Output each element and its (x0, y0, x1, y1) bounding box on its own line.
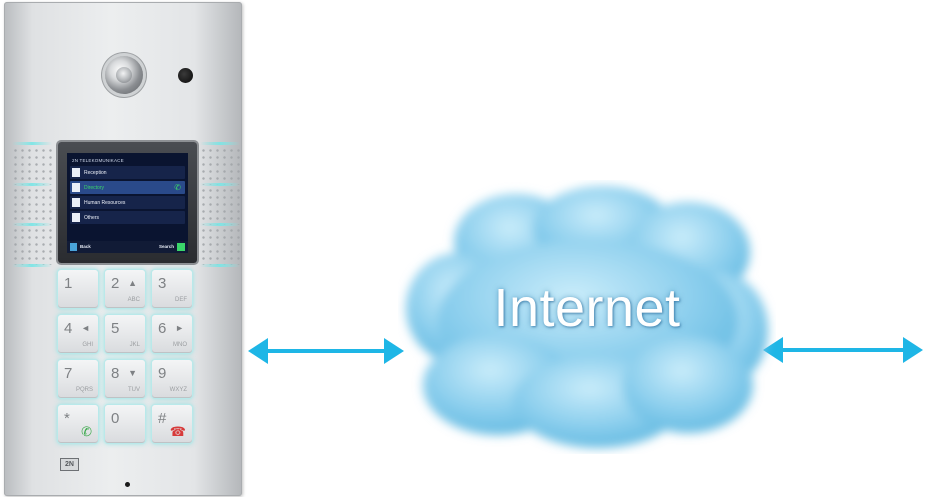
brand-logo: 2N (60, 458, 79, 471)
back-softkey[interactable]: Back (70, 243, 91, 251)
key-number: 9 (158, 365, 167, 382)
key-letters: JKL (129, 342, 140, 348)
key-letters: GHI (82, 342, 93, 348)
indicator-light (12, 142, 52, 145)
key-9[interactable]: 9 WXYZ (152, 360, 192, 398)
indicator-light (200, 142, 240, 145)
contact-icon (72, 198, 80, 207)
intercom-panel: 2N TELEKOMUNIKACE Reception Directory ✆ … (4, 2, 242, 496)
microphone-icon (178, 68, 193, 83)
key-number: # (158, 410, 167, 427)
bidirectional-arrow-left (248, 338, 404, 364)
intercom-display: 2N TELEKOMUNIKACE Reception Directory ✆ … (67, 153, 188, 253)
key-2[interactable]: 2 ▲ ABC (105, 270, 145, 308)
key-3[interactable]: 3 DEF (152, 270, 192, 308)
key-0[interactable]: 0 (105, 405, 145, 443)
key-number: 5 (111, 320, 120, 337)
bidirectional-arrow-right (763, 337, 923, 363)
display-title: 2N TELEKOMUNIKACE (72, 158, 124, 163)
indicator-light (12, 264, 52, 267)
back-softkey-label: Back (80, 244, 91, 250)
internet-cloud: Internet (398, 180, 776, 454)
search-softkey-label: Search (158, 244, 174, 250)
key-5[interactable]: 5 JKL (105, 315, 145, 353)
display-item-human-resources[interactable]: Human Resources (70, 196, 185, 209)
hang-up-icon: ☎ (169, 424, 186, 439)
display-item-others[interactable]: Others (70, 211, 185, 224)
key-star[interactable]: * ✆ (58, 405, 98, 443)
indicator-light (200, 183, 240, 186)
call-handset-icon: ✆ (174, 183, 181, 192)
contact-icon (72, 213, 80, 222)
arrow-down-icon: ▼ (128, 368, 137, 378)
display-item-reception[interactable]: Reception (70, 166, 185, 179)
display-item-directory[interactable]: Directory ✆ (70, 181, 185, 194)
key-number: * (64, 410, 70, 427)
camera-icon (105, 56, 143, 94)
key-letters: WXYZ (169, 387, 187, 393)
key-1[interactable]: 1 (58, 270, 98, 308)
key-number: 6 (158, 320, 167, 337)
search-icon (177, 243, 185, 251)
microphone-hole (125, 482, 130, 487)
call-icon: ✆ (81, 424, 92, 439)
arrow-right-icon: ► (175, 323, 184, 333)
indicator-light (12, 183, 52, 186)
contact-icon (72, 168, 80, 177)
display-softkeys: Back Search (67, 241, 188, 253)
display-item-label: Others (84, 214, 100, 221)
indicator-light (12, 223, 52, 226)
speaker-grille (12, 187, 52, 225)
key-number: 8 (111, 365, 120, 382)
key-letters: MNO (173, 342, 187, 348)
back-icon (70, 243, 77, 251)
speaker-grille (200, 147, 240, 185)
key-number: 7 (64, 365, 73, 382)
key-letters: PQRS (75, 387, 93, 393)
key-6[interactable]: 6 ► MNO (152, 315, 192, 353)
key-letters: DEF (175, 297, 187, 303)
key-number: 0 (111, 410, 120, 427)
display-item-label: Directory (84, 184, 105, 191)
key-8[interactable]: 8 ▼ TUV (105, 360, 145, 398)
key-4[interactable]: 4 ◄ GHI (58, 315, 98, 353)
key-number: 3 (158, 275, 167, 292)
key-letters: ABC (127, 297, 140, 303)
indicator-light (200, 264, 240, 267)
search-softkey[interactable]: Search (159, 243, 185, 251)
contact-icon (72, 183, 80, 192)
key-hash[interactable]: # ☎ (152, 405, 192, 443)
key-number: 4 (64, 320, 73, 337)
display-bezel: 2N TELEKOMUNIKACE Reception Directory ✆ … (58, 142, 197, 263)
display-item-label: Reception (84, 169, 107, 176)
speaker-grille (200, 187, 240, 225)
key-number: 2 (111, 275, 120, 292)
speaker-grille (12, 227, 52, 265)
key-letters: TUV (128, 387, 140, 393)
arrow-left-icon: ◄ (81, 323, 90, 333)
key-number: 1 (64, 275, 73, 292)
arrow-up-icon: ▲ (128, 278, 137, 288)
indicator-light (200, 223, 240, 226)
speaker-grille (12, 147, 52, 185)
key-7[interactable]: 7 PQRS (58, 360, 98, 398)
cloud-label: Internet (493, 278, 681, 338)
display-item-label: Human Resources (84, 199, 126, 206)
speaker-grille (200, 227, 240, 265)
